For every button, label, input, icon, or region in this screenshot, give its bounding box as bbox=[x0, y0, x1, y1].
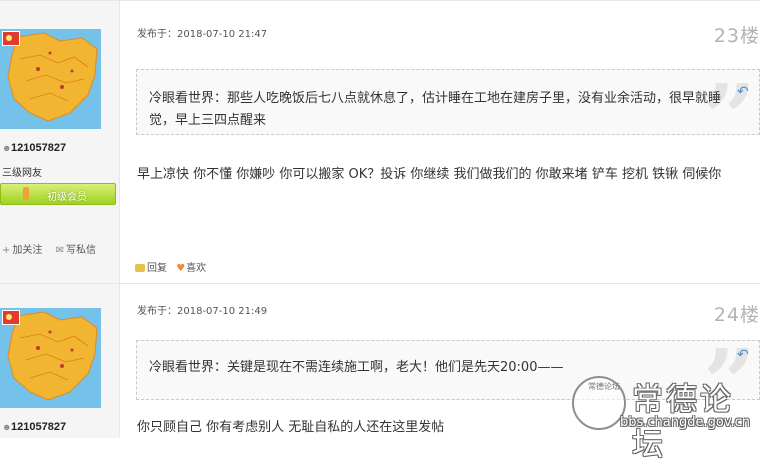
floor-number[interactable]: 24楼 bbox=[714, 300, 760, 327]
member-medal: 初级会员 bbox=[0, 183, 116, 205]
like-button[interactable]: ♥喜欢 bbox=[176, 263, 206, 274]
username[interactable]: ☻121057827 bbox=[2, 142, 66, 154]
reply-button[interactable]: 回复 bbox=[135, 263, 167, 274]
user-badge-icon bbox=[2, 31, 20, 46]
follow-label: 加关注 bbox=[12, 245, 43, 256]
author-sidebar: ☻121057827 bbox=[0, 284, 120, 438]
message-label: 写私信 bbox=[65, 245, 96, 256]
quote-box: ” ↶ 冷眼看世界：那些人吃晚饭后七八点就休息了，估计睡在工地在建房子里，没有业… bbox=[136, 69, 760, 164]
user-badge-icon bbox=[2, 310, 20, 325]
site-watermark: 常德论坛 常德论坛 bbs.changde.gov.cn bbox=[568, 370, 760, 463]
post-body: 发布于：2018-07-10 21:47 23楼 ” ↶ 冷眼看世界：那些人吃晚… bbox=[120, 1, 760, 283]
post-floor-23: ☻121057827 三级网友 初级会员 + 加关注 ✉ 写私信 发布于：2018-… bbox=[0, 0, 760, 283]
plus-icon: + bbox=[2, 245, 11, 256]
post-actions: 回复 ♥喜欢 bbox=[135, 259, 212, 274]
comment-icon bbox=[135, 264, 145, 272]
avatar[interactable] bbox=[0, 29, 101, 129]
seal-icon: 常德论坛 bbox=[572, 376, 626, 430]
message-button[interactable]: ✉ 写私信 bbox=[56, 245, 96, 256]
author-actions: + 加关注 ✉ 写私信 bbox=[2, 241, 106, 256]
post-time: 发布于：2018-07-10 21:47 bbox=[137, 29, 268, 40]
post-content: 早上凉快 你不懂 你嫌吵 你可以搬家 OK？投诉 你继续 我们做我们的 你敢来堵… bbox=[137, 167, 722, 182]
post-time: 发布于：2018-07-10 21:49 bbox=[137, 306, 268, 317]
follow-button[interactable]: + 加关注 bbox=[2, 245, 42, 256]
medal-icon bbox=[23, 187, 29, 200]
envelope-icon: ✉ bbox=[55, 245, 64, 256]
like-label: 喜欢 bbox=[186, 263, 207, 274]
floor-number[interactable]: 23楼 bbox=[714, 21, 760, 48]
avatar[interactable] bbox=[0, 308, 101, 408]
username[interactable]: ☻121057827 bbox=[2, 421, 66, 433]
heart-icon: ♥ bbox=[176, 263, 186, 274]
user-icon: ☻ bbox=[2, 422, 12, 432]
medal-label: 初级会员 bbox=[47, 192, 87, 203]
user-level: 三级网友 bbox=[2, 168, 42, 179]
author-sidebar: ☻121057827 三级网友 初级会员 + 加关注 ✉ 写私信 bbox=[0, 1, 120, 283]
username-text[interactable]: 121057827 bbox=[11, 142, 66, 154]
quote-text: 冷眼看世界：那些人吃晚饭后七八点就休息了，估计睡在工地在建房子里，没有业余活动，… bbox=[149, 91, 722, 128]
seal-text: 常德论坛 bbox=[588, 382, 620, 391]
username-text[interactable]: 121057827 bbox=[11, 421, 66, 433]
watermark-url: bbs.changde.gov.cn bbox=[620, 415, 751, 430]
user-icon: ☻ bbox=[2, 143, 12, 153]
reply-label: 回复 bbox=[147, 263, 167, 274]
post-content: 你只顾自己 你有考虑别人 无耻自私的人还在这里发帖 bbox=[137, 420, 445, 435]
